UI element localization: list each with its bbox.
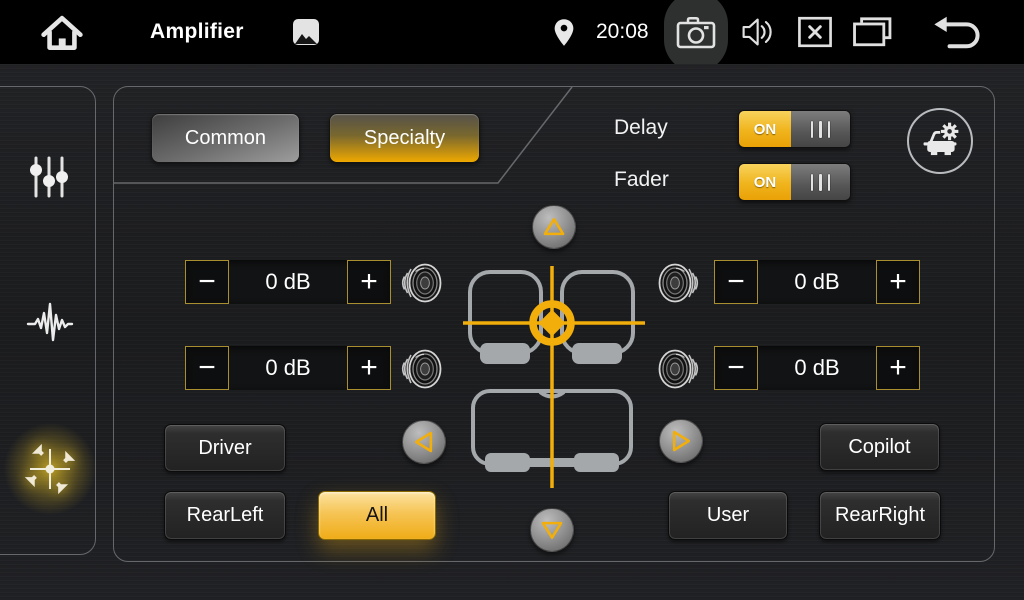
equalizer-icon xyxy=(27,154,71,200)
sidebar-item-fader-balance[interactable] xyxy=(22,441,78,497)
recent-apps-icon xyxy=(851,15,893,49)
zone-all-button[interactable]: All xyxy=(318,491,436,540)
volume-button[interactable] xyxy=(735,13,777,51)
gain-front-right: − 0 dB + xyxy=(714,260,920,304)
speaker-icon-front-left xyxy=(398,260,444,306)
move-up-button[interactable] xyxy=(532,205,576,249)
gain-rear-left-value: 0 dB xyxy=(229,346,347,390)
move-right-button[interactable] xyxy=(659,419,703,463)
sidebar-item-sound-effects[interactable] xyxy=(24,297,76,347)
gain-rear-left: − 0 dB + xyxy=(185,346,391,390)
arrow-up-icon xyxy=(536,209,572,245)
fader-toggle-state: ON xyxy=(739,164,791,200)
zone-rear-left-button[interactable]: RearLeft xyxy=(164,491,286,540)
gain-rear-left-plus-button[interactable]: + xyxy=(347,346,391,390)
delay-label: Delay xyxy=(614,116,668,140)
sound-wave-icon xyxy=(26,300,74,344)
page-title: Amplifier xyxy=(150,0,244,64)
move-left-button[interactable] xyxy=(402,420,446,464)
close-window-button[interactable] xyxy=(796,15,834,49)
tab-specialty-label: Specialty xyxy=(364,127,445,150)
zone-copilot-button[interactable]: Copilot xyxy=(819,423,940,471)
car-settings-button[interactable] xyxy=(907,108,973,174)
home-button[interactable] xyxy=(34,8,90,56)
gain-rear-right-minus-button[interactable]: − xyxy=(714,346,758,390)
volume-icon xyxy=(736,13,776,51)
gain-front-right-plus-button[interactable]: + xyxy=(876,260,920,304)
recent-apps-button[interactable] xyxy=(850,14,894,50)
gain-front-left-value: 0 dB xyxy=(229,260,347,304)
mountains-glyph xyxy=(294,29,318,45)
car-settings-icon xyxy=(919,120,961,162)
back-icon xyxy=(932,13,988,51)
fader-balance-icon xyxy=(24,443,76,495)
zone-driver-button[interactable]: Driver xyxy=(164,424,286,472)
gain-rear-right-plus-button[interactable]: + xyxy=(876,346,920,390)
gain-front-left-plus-button[interactable]: + xyxy=(347,260,391,304)
tab-common[interactable]: Common xyxy=(151,113,300,163)
gain-rear-right: − 0 dB + xyxy=(714,346,920,390)
home-icon xyxy=(39,11,85,53)
speaker-icon-rear-left xyxy=(398,346,444,392)
gain-front-left: − 0 dB + xyxy=(185,260,391,304)
fader-label: Fader xyxy=(614,168,669,192)
camera-button[interactable] xyxy=(664,0,728,64)
amplifier-screen: Amplifier 20:08 xyxy=(0,0,1024,600)
arrow-down-icon xyxy=(534,512,570,548)
zone-rear-right-button[interactable]: RearRight xyxy=(819,491,941,540)
sidebar-item-equalizer[interactable] xyxy=(24,152,74,202)
fader-toggle[interactable]: ON xyxy=(738,163,851,201)
gallery-icon[interactable] xyxy=(293,19,319,45)
gain-front-right-value: 0 dB xyxy=(758,260,876,304)
crosshair-lines xyxy=(463,266,645,488)
fader-panel: Common Specialty Delay ON Fader ON xyxy=(113,86,995,562)
zone-user-button[interactable]: User xyxy=(668,491,788,540)
speaker-icon-rear-right xyxy=(656,346,702,392)
tab-common-label: Common xyxy=(185,127,266,150)
delay-toggle[interactable]: ON xyxy=(738,110,851,148)
delay-toggle-state: ON xyxy=(739,111,791,147)
gain-front-right-minus-button[interactable]: − xyxy=(714,260,758,304)
close-icon xyxy=(797,16,833,48)
status-bar: Amplifier 20:08 xyxy=(0,0,1024,64)
gain-rear-right-value: 0 dB xyxy=(758,346,876,390)
delay-toggle-handle xyxy=(791,111,850,147)
move-down-button[interactable] xyxy=(530,508,574,552)
speaker-icon-front-right xyxy=(656,260,702,306)
fader-toggle-handle xyxy=(791,164,850,200)
crosshair-target-icon xyxy=(533,304,571,342)
arrow-left-icon xyxy=(406,424,442,460)
clock: 20:08 xyxy=(596,0,649,64)
back-button[interactable] xyxy=(931,12,989,52)
location-icon xyxy=(552,17,576,49)
arrow-right-icon xyxy=(663,423,699,459)
gain-rear-left-minus-button[interactable]: − xyxy=(185,346,229,390)
camera-icon xyxy=(675,14,717,50)
gain-front-left-minus-button[interactable]: − xyxy=(185,260,229,304)
tab-specialty[interactable]: Specialty xyxy=(329,113,480,163)
